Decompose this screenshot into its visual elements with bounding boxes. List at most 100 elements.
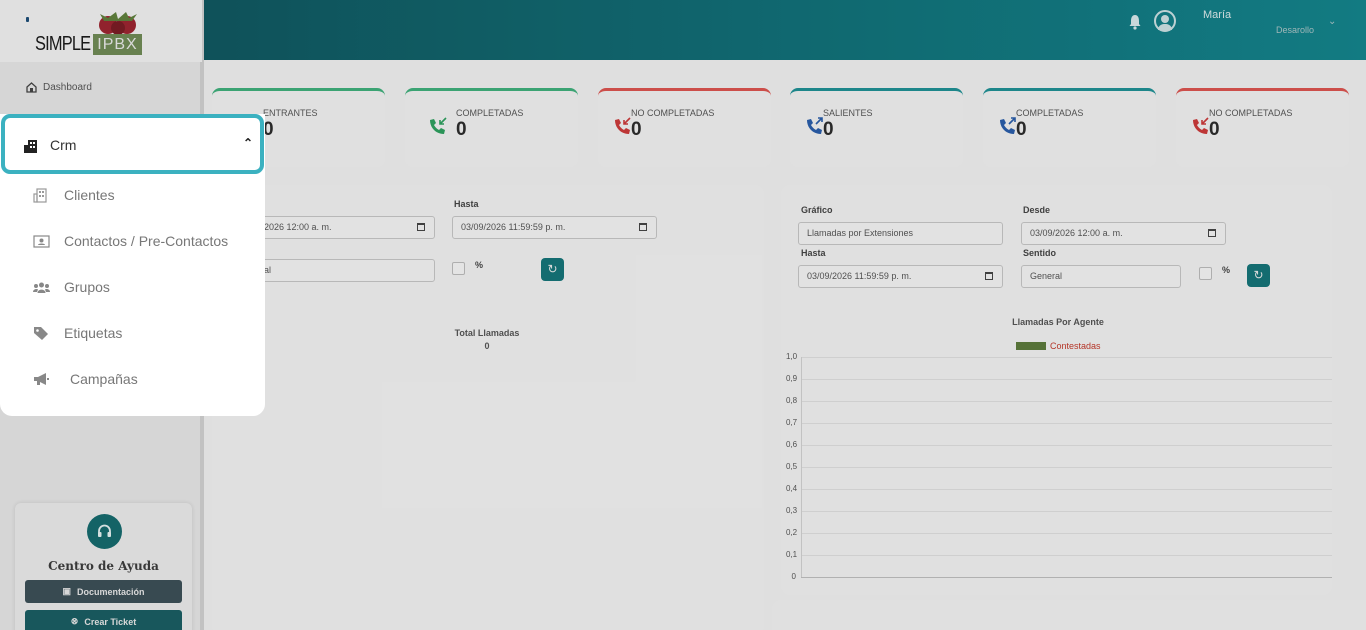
ticket-icon: ⊗	[70, 616, 79, 626]
headset-icon	[87, 514, 122, 549]
help-title: Centro de Ayuda	[48, 559, 159, 573]
grafico-value: Llamadas por Extensiones	[807, 228, 914, 238]
total-calls-label: Total Llamadas	[454, 328, 520, 338]
sidebar-item-dashboard[interactable]: Dashboard	[26, 82, 92, 93]
percent-label: %	[475, 260, 484, 270]
calendar-icon[interactable]	[1208, 229, 1216, 237]
stat-card-completadas-in: COMPLETADAS 0	[405, 88, 578, 167]
menu-item-grupos[interactable]: Grupos	[33, 279, 110, 295]
calendar-icon[interactable]	[417, 223, 425, 231]
users-icon	[33, 282, 50, 293]
stat-value: 0	[631, 119, 642, 140]
refresh-button-right[interactable]: ↻	[1247, 264, 1270, 287]
hasta-value: 03/09/2026 11:59:59 p. m.	[461, 222, 566, 232]
bottom-panel	[772, 600, 1366, 630]
y-gridline	[801, 577, 1332, 578]
refresh-button[interactable]: ↻	[541, 258, 564, 281]
megaphone-icon	[34, 372, 49, 385]
legend-label[interactable]: Contestadas	[1050, 341, 1101, 351]
y-tick-label: 0	[791, 572, 796, 581]
phone-incoming-icon	[430, 117, 447, 134]
desde-value: 2026 12:00 a. m.	[264, 222, 332, 232]
stat-value: 0	[1016, 119, 1027, 140]
stat-label: NO COMPLETADAS	[631, 108, 715, 118]
documentation-button[interactable]: ▣ Documentación	[25, 580, 182, 603]
menu-item-label: Grupos	[64, 279, 110, 295]
stat-value: 0	[1209, 119, 1220, 140]
hasta-date-input[interactable]: 03/09/2026 11:59:59 p. m.	[452, 216, 657, 239]
y-tick-label: 0,9	[786, 374, 798, 383]
percent-checkbox[interactable]	[452, 262, 465, 275]
y-gridline	[801, 533, 1332, 534]
menu-item-contactos[interactable]: Contactos / Pre-Contactos	[33, 233, 228, 249]
logo-badge: IPBX	[93, 34, 142, 55]
menu-item-label: Clientes	[64, 187, 115, 203]
desde-date-input-right[interactable]: 03/09/2026 12:00 a. m.	[1021, 222, 1226, 245]
y-tick-label: 1,0	[786, 352, 798, 361]
menu-item-clientes[interactable]: Clientes	[33, 187, 115, 203]
sentido-value: al	[264, 265, 272, 275]
sentido-select[interactable]: al	[255, 259, 435, 282]
sentido-value: General	[1030, 271, 1063, 281]
y-gridline	[801, 445, 1332, 446]
stat-card-salientes: SALIENTES 0	[790, 88, 963, 167]
calendar-icon[interactable]	[639, 223, 647, 231]
stat-label: SALIENTES	[823, 108, 873, 118]
help-center-card: Centro de Ayuda ▣ Documentación ⊗ Crear …	[15, 503, 192, 630]
grafico-label: Gráfico	[801, 205, 833, 215]
calendar-icon[interactable]	[985, 272, 993, 280]
grafico-select[interactable]: Llamadas por Extensiones	[798, 222, 1003, 245]
sidebar-item-crm[interactable]: Crm ⌃	[1, 114, 264, 174]
stat-card-no-completadas-out: NO COMPLETADAS 0	[1176, 88, 1349, 167]
y-gridline	[801, 489, 1332, 490]
refresh-icon: ↻	[547, 262, 558, 276]
logo[interactable]: SIMPLE IPBX	[0, 0, 202, 62]
book-icon: ▣	[62, 586, 71, 596]
desde-value: 03/09/2026 12:00 a. m.	[1030, 228, 1123, 238]
sidebar-item-label: Dashboard	[43, 82, 92, 93]
building-icon	[24, 140, 37, 153]
percent-checkbox-right[interactable]	[1199, 267, 1212, 280]
stat-label: NO COMPLETADAS	[1209, 108, 1293, 118]
menu-item-etiquetas[interactable]: Etiquetas	[33, 325, 122, 341]
stat-value: 0	[456, 119, 467, 140]
home-icon	[26, 82, 37, 93]
y-gridline	[801, 467, 1332, 468]
y-tick-label: 0,7	[786, 418, 798, 427]
y-tick-label: 0,6	[786, 440, 798, 449]
y-tick-label: 0,3	[786, 506, 798, 515]
create-ticket-button[interactable]: ⊗ Crear Ticket	[25, 610, 182, 630]
ticket-label: Crear Ticket	[84, 616, 137, 627]
legend-swatch	[1016, 342, 1046, 350]
y-gridline	[801, 423, 1332, 424]
chart-title: Llamadas Por Agente	[1012, 317, 1104, 327]
chevron-up-icon[interactable]: ⌃	[243, 136, 253, 150]
y-gridline	[801, 401, 1332, 402]
hasta-value: 03/09/2026 11:59:59 p. m.	[807, 271, 912, 281]
tag-icon	[34, 326, 48, 340]
hasta-label: Hasta	[454, 199, 479, 209]
menu-item-campanas[interactable]: Campañas	[33, 371, 138, 387]
hasta-date-input-right[interactable]: 03/09/2026 11:59:59 p. m.	[798, 265, 1003, 288]
menu-item-label: Campañas	[70, 371, 138, 387]
desde-label: Desde	[1023, 205, 1051, 215]
stat-label: COMPLETADAS	[1016, 108, 1084, 118]
y-gridline	[801, 511, 1332, 512]
user-name[interactable]: María	[1203, 9, 1231, 21]
y-tick-label: 0,4	[786, 484, 798, 493]
documentation-label: Documentación	[77, 586, 145, 597]
y-gridline	[801, 555, 1332, 556]
user-avatar-icon[interactable]	[1154, 10, 1176, 32]
left-report-panel	[212, 185, 764, 630]
menu-item-label: Contactos / Pre-Contactos	[64, 233, 229, 249]
desde-date-input[interactable]: 2026 12:00 a. m.	[255, 216, 435, 239]
top-header: María Desarollo ⌄	[0, 0, 1366, 60]
sentido-select-right[interactable]: General	[1021, 265, 1181, 288]
strawberry-logo-icon	[99, 12, 137, 35]
chevron-down-icon[interactable]: ⌄	[1328, 16, 1336, 27]
percent-label: %	[1222, 265, 1231, 275]
total-calls-value: 0	[484, 341, 490, 351]
bell-icon[interactable]	[1128, 14, 1142, 30]
refresh-icon: ↻	[1253, 268, 1264, 282]
y-gridline	[801, 379, 1332, 380]
